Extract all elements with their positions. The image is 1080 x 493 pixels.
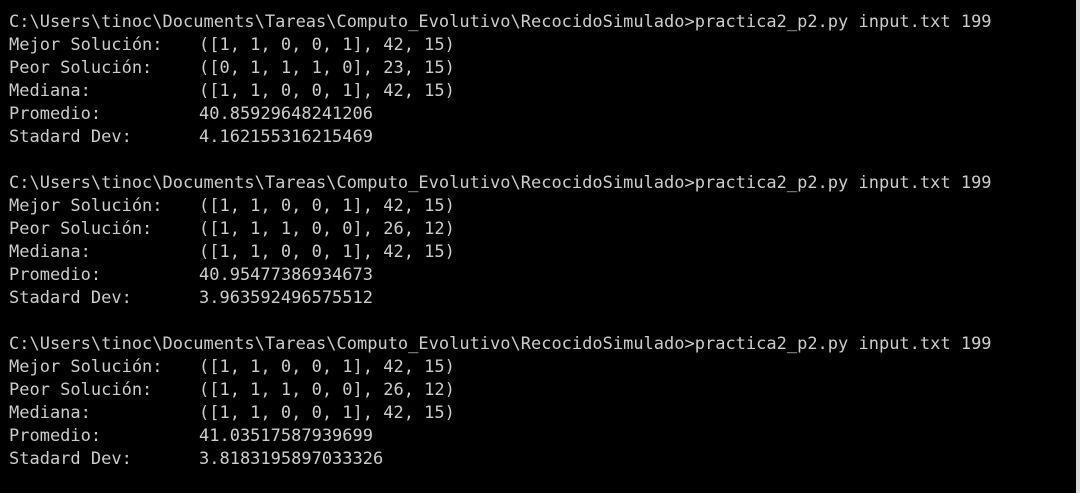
output-value: ([1, 1, 1, 0, 0], 26, 12) [199, 380, 455, 400]
output-row-median: Mediana: ([1, 1, 0, 0, 1], 42, 15) [9, 80, 1080, 103]
output-value: ([0, 1, 1, 1, 0], 23, 15) [199, 58, 455, 78]
output-row-median: Mediana: ([1, 1, 0, 0, 1], 42, 15) [9, 241, 1080, 264]
console-window[interactable]: C:\Users\tinoc\Documents\Tareas\Computo_… [0, 0, 1080, 493]
output-label: Promedio: [9, 426, 102, 446]
output-label: Mediana: [9, 242, 91, 262]
output-row-best: Mejor Solución: ([1, 1, 0, 0, 1], 42, 15) [9, 195, 1080, 218]
output-row-best: Mejor Solución: ([1, 1, 0, 0, 1], 42, 15) [9, 34, 1080, 57]
output-row-average: Promedio: 41.03517587939699 [9, 425, 1080, 448]
output-label: Peor Solución: [9, 58, 153, 78]
output-label: Peor Solución: [9, 219, 153, 239]
output-label: Promedio: [9, 104, 102, 124]
output-row-worst: Peor Solución: ([1, 1, 1, 0, 0], 26, 12) [9, 379, 1080, 402]
output-row-average: Promedio: 40.95477386934673 [9, 264, 1080, 287]
output-value: 4.162155316215469 [199, 127, 373, 147]
output-value: ([1, 1, 1, 0, 0], 26, 12) [199, 219, 455, 239]
run-block-2: C:\Users\tinoc\Documents\Tareas\Computo_… [9, 172, 1080, 310]
output-row-median: Mediana: ([1, 1, 0, 0, 1], 42, 15) [9, 402, 1080, 425]
output-label: Mejor Solución: [9, 35, 163, 55]
output-value: 40.95477386934673 [199, 265, 373, 285]
output-row-worst: Peor Solución: ([0, 1, 1, 1, 0], 23, 15) [9, 57, 1080, 80]
output-row-worst: Peor Solución: ([1, 1, 1, 0, 0], 26, 12) [9, 218, 1080, 241]
output-label: Mediana: [9, 81, 91, 101]
output-row-stddev: Stadard Dev: 3.8183195897033326 [9, 448, 1080, 471]
output-value: 41.03517587939699 [199, 426, 373, 446]
output-row-stddev: Stadard Dev: 3.963592496575512 [9, 287, 1080, 310]
output-label: Mejor Solución: [9, 196, 163, 216]
command-prompt-line: C:\Users\tinoc\Documents\Tareas\Computo_… [9, 173, 992, 193]
output-value: ([1, 1, 0, 0, 1], 42, 15) [199, 403, 455, 423]
run-block-1: C:\Users\tinoc\Documents\Tareas\Computo_… [9, 11, 1080, 149]
output-label: Peor Solución: [9, 380, 153, 400]
output-value: 3.8183195897033326 [199, 449, 384, 469]
output-row-best: Mejor Solución: ([1, 1, 0, 0, 1], 42, 15) [9, 356, 1080, 379]
output-value: ([1, 1, 0, 0, 1], 42, 15) [199, 35, 455, 55]
output-label: Mediana: [9, 403, 91, 423]
output-label: Stadard Dev: [9, 288, 132, 308]
output-label: Stadard Dev: [9, 449, 132, 469]
output-value: ([1, 1, 0, 0, 1], 42, 15) [199, 196, 455, 216]
output-row-stddev: Stadard Dev: 4.162155316215469 [9, 126, 1080, 149]
output-value: 40.85929648241206 [199, 104, 373, 124]
output-value: ([1, 1, 0, 0, 1], 42, 15) [199, 81, 455, 101]
output-label: Stadard Dev: [9, 127, 132, 147]
output-value: ([1, 1, 0, 0, 1], 42, 15) [199, 242, 455, 262]
window-right-edge [1076, 0, 1080, 493]
output-label: Mejor Solución: [9, 357, 163, 377]
output-value: ([1, 1, 0, 0, 1], 42, 15) [199, 357, 455, 377]
run-block-3: C:\Users\tinoc\Documents\Tareas\Computo_… [9, 333, 1080, 471]
output-value: 3.963592496575512 [199, 288, 373, 308]
command-prompt-line: C:\Users\tinoc\Documents\Tareas\Computo_… [9, 12, 992, 32]
command-prompt-line: C:\Users\tinoc\Documents\Tareas\Computo_… [9, 334, 992, 354]
output-row-average: Promedio: 40.85929648241206 [9, 103, 1080, 126]
output-label: Promedio: [9, 265, 102, 285]
